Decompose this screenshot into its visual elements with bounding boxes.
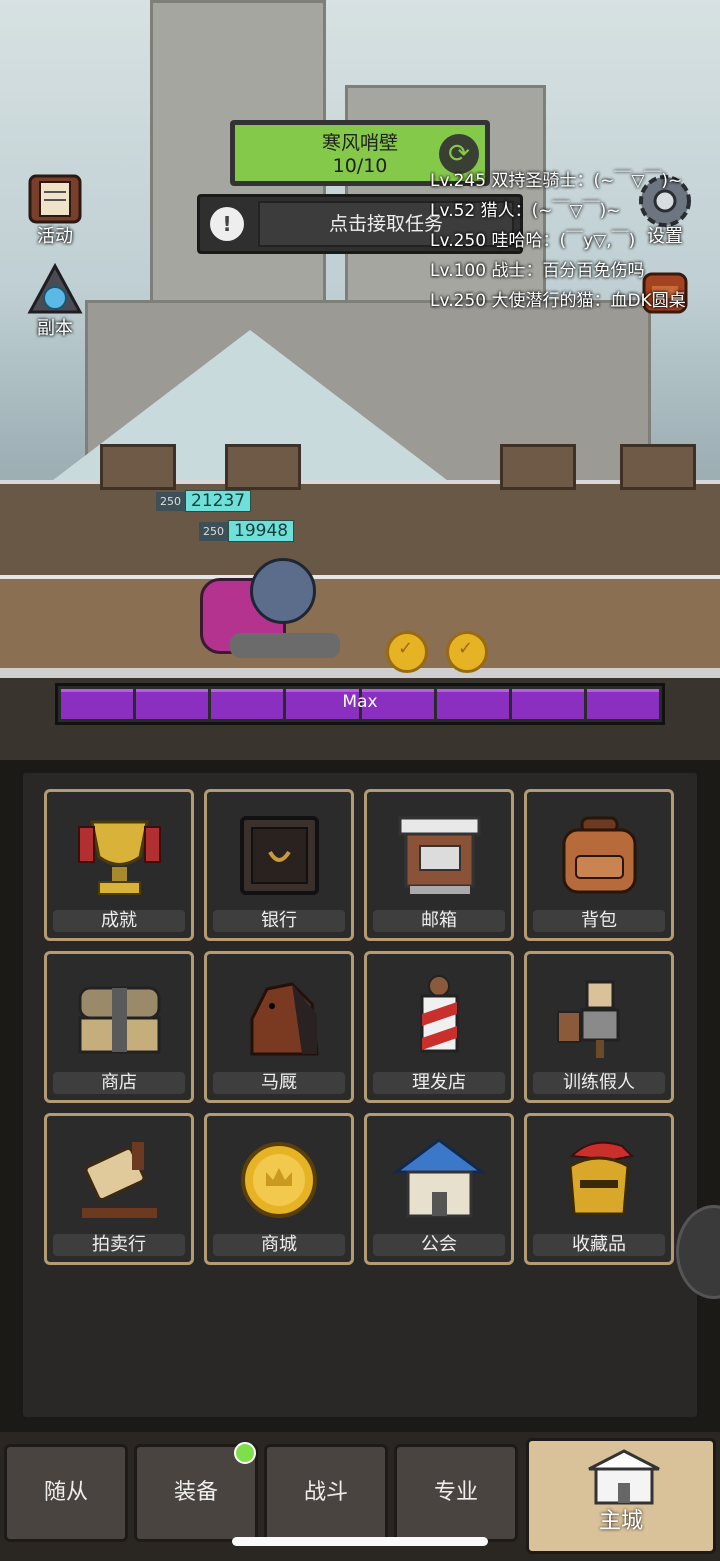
chest-icon [78, 986, 161, 1054]
tile-label: 背包 [533, 910, 665, 932]
stable-tile[interactable]: 马厩 [204, 951, 354, 1103]
tile-label: 公会 [373, 1234, 505, 1256]
tile-label: 收藏品 [533, 1234, 665, 1256]
tile-label: 马厩 [213, 1072, 345, 1094]
exclamation-icon: ! [210, 207, 244, 241]
gavel-icon [82, 1142, 157, 1218]
tab-main-city-label: 主城 [598, 1509, 643, 1534]
gold-coin-icon [241, 1142, 317, 1218]
castle-wall-front [0, 575, 720, 674]
player-character[interactable] [190, 548, 340, 668]
home-indicator[interactable] [232, 1537, 488, 1546]
achievements-tile[interactable]: 成就 [44, 789, 194, 941]
tile-label: 邮箱 [373, 910, 505, 932]
helmet-icon [568, 1141, 635, 1216]
chat-line: Lv.250 大使潜行的猫：血DK圆桌 [430, 291, 686, 311]
gold-coin-drop[interactable] [386, 631, 428, 673]
mailbox-icon [398, 816, 481, 894]
collection-tile[interactable]: 收藏品 [524, 1113, 674, 1265]
hp-bar: 250 21237 [156, 490, 252, 512]
energy-bar: Max [55, 683, 665, 725]
training-dummy-icon [557, 980, 620, 1058]
chat-line: Lv.52 猎人：(~￣▽￣)~ [430, 201, 621, 221]
events-button[interactable]: 活动 [10, 170, 100, 248]
level-badge: 250 [156, 491, 185, 511]
tab-battle[interactable]: 战斗 [264, 1444, 388, 1542]
barber-pole-icon [420, 975, 459, 1053]
tab-main-city[interactable]: 主城 [526, 1438, 716, 1554]
events-label: 活动 [37, 226, 73, 247]
vault-icon [240, 816, 319, 895]
tile-label: 成就 [53, 910, 185, 932]
hp-value: 19948 [228, 520, 295, 542]
tab-profession[interactable]: 专业 [394, 1444, 518, 1542]
tile-label: 理发店 [373, 1072, 505, 1094]
dungeon-button[interactable]: 副本 [10, 262, 100, 340]
tile-label: 商店 [53, 1072, 185, 1094]
tab-followers[interactable]: 随从 [4, 1444, 128, 1542]
tile-label: 银行 [213, 910, 345, 932]
horse-icon [250, 982, 319, 1056]
castle-icon [588, 1449, 660, 1505]
trophy-icon [78, 820, 161, 895]
tile-label: 商城 [213, 1234, 345, 1256]
auction-tile[interactable]: 拍卖行 [44, 1113, 194, 1265]
castle-wall-back [0, 444, 720, 579]
guild-tile[interactable]: 公会 [364, 1113, 514, 1265]
battle-scene [0, 0, 720, 760]
hp-bar: 250 19948 [199, 520, 295, 542]
training-dummy-tile[interactable]: 训练假人 [524, 951, 674, 1103]
tile-label: 拍卖行 [53, 1234, 185, 1256]
backpack-tile[interactable]: 背包 [524, 789, 674, 941]
energy-bar-label: Max [342, 692, 378, 712]
notification-dot [234, 1442, 256, 1464]
guild-house-icon [392, 1138, 487, 1218]
backpack-icon [562, 816, 637, 894]
dungeon-label: 副本 [37, 318, 73, 339]
world-chat: Lv.245 双持圣骑士：(~￣▽￣)~ Lv.52 猎人：(~￣▽￣)~ Lv… [430, 166, 720, 316]
bank-tile[interactable]: 银行 [204, 789, 354, 941]
store-tile[interactable]: 商城 [204, 1113, 354, 1265]
shop-tile[interactable]: 商店 [44, 951, 194, 1103]
chat-line: Lv.245 双持圣骑士：(~￣▽￣)~ [430, 171, 683, 191]
chat-line: Lv.100 战士：百分百免伤吗 [430, 261, 645, 281]
tile-label: 训练假人 [533, 1072, 665, 1094]
barber-tile[interactable]: 理发店 [364, 951, 514, 1103]
level-badge: 250 [199, 521, 228, 541]
hp-value: 21237 [185, 490, 252, 512]
gold-coin-drop[interactable] [446, 631, 488, 673]
chat-line: Lv.250 哇哈哈：(￣y▽,￣) [430, 231, 636, 251]
mailbox-tile[interactable]: 邮箱 [364, 789, 514, 941]
